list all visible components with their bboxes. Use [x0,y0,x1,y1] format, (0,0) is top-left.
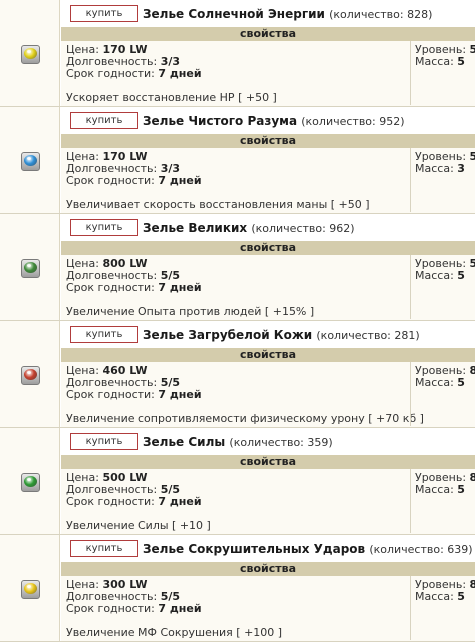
item-level: 5 [469,43,475,56]
item-requirements: Уровень: 8 Масса: 5 [410,576,475,640]
item-name: Зелье Великих (количество: 962) [143,221,355,235]
item-details: купить Зелье Силы (количество: 359) свой… [61,428,475,534]
item-name: Зелье Чистого Разума (количество: 952) [143,114,405,128]
item-stats: Цена: 500 LW Долговечность: 5/5 Срок год… [66,471,202,508]
item-shelf-life: 7 дней [158,388,202,401]
buy-button[interactable]: купить [70,540,138,557]
shop-item: купить Зелье Солнечной Энергии (количест… [0,0,475,107]
buy-button[interactable]: купить [70,326,138,343]
item-stats: Цена: 460 LW Долговечность: 5/5 Срок год… [66,364,202,401]
item-requirements: Уровень: 8 Масса: 5 [410,469,475,533]
item-mass: 5 [457,590,465,603]
buy-button[interactable]: купить [70,433,138,450]
item-details: купить Зелье Сокрушительных Ударов (коли… [61,535,475,641]
item-name: Зелье Силы (количество: 359) [143,435,333,449]
item-title-row: купить Зелье Великих (количество: 962) [61,214,475,241]
item-shelf-life: 7 дней [158,67,202,80]
shop-item: купить Зелье Силы (количество: 359) свой… [0,428,475,535]
item-description: Ускоряет восстановление HP [ +50 ] [66,91,277,104]
properties-header: свойства [61,27,475,41]
red-green-potion-icon[interactable] [21,366,40,385]
item-mass: 5 [457,483,465,496]
item-mass: 5 [457,55,465,68]
item-requirements: Уровень: 5 Масса: 5 [410,41,475,105]
buy-button[interactable]: купить [70,219,138,236]
item-quantity: (количество: 962) [251,222,355,235]
item-level: 5 [469,257,475,270]
item-name: Зелье Солнечной Энергии (количество: 828… [143,7,433,21]
item-icon-cell [0,535,60,641]
item-quantity: (количество: 952) [301,115,405,128]
item-title-row: купить Зелье Сокрушительных Ударов (коли… [61,535,475,562]
item-requirements: Уровень: 5 Масса: 3 [410,148,475,212]
item-icon-cell [0,0,60,106]
properties-header: свойства [61,348,475,362]
item-title-row: купить Зелье Силы (количество: 359) [61,428,475,455]
shop-item: купить Зелье Чистого Разума (количество:… [0,107,475,214]
item-mass: 3 [457,162,465,175]
shop-list: купить Зелье Солнечной Энергии (количест… [0,0,475,642]
item-stats: Цена: 800 LW Долговечность: 5/5 Срок год… [66,257,202,294]
item-details: купить Зелье Загрубелой Кожи (количество… [61,321,475,427]
item-shelf-life: 7 дней [158,174,202,187]
buy-button[interactable]: купить [70,112,138,129]
item-stats: Цена: 300 LW Долговечность: 5/5 Срок год… [66,578,202,615]
buy-button[interactable]: купить [70,5,138,22]
item-mass: 5 [457,376,465,389]
item-mass: 5 [457,269,465,282]
item-description: Увеличение Силы [ +10 ] [66,519,211,532]
item-description: Увеличение сопротивляемости физическому … [66,412,424,425]
item-icon-cell [0,107,60,213]
green-potion-icon[interactable] [21,473,40,492]
item-stats: Цена: 170 LW Долговечность: 3/3 Срок год… [66,43,202,80]
item-level: 8 [469,471,475,484]
properties-header: свойства [61,562,475,576]
green-flask-potion-icon[interactable] [21,259,40,278]
item-level: 8 [469,578,475,591]
shop-item: купить Зелье Великих (количество: 962) с… [0,214,475,321]
item-quantity: (количество: 281) [316,329,420,342]
properties-header: свойства [61,455,475,469]
item-icon-cell [0,214,60,320]
yellow-potion-icon[interactable] [21,45,40,64]
item-quantity: (количество: 828) [329,8,433,21]
item-shelf-life: 7 дней [158,495,202,508]
item-shelf-life: 7 дней [158,602,202,615]
item-title-row: купить Зелье Солнечной Энергии (количест… [61,0,475,27]
blue-potion-icon[interactable] [21,152,40,171]
item-requirements: Уровень: 5 Масса: 5 [410,255,475,319]
properties-header: свойства [61,134,475,148]
item-details: купить Зелье Солнечной Энергии (количест… [61,0,475,106]
item-stats: Цена: 170 LW Долговечность: 3/3 Срок год… [66,150,202,187]
item-level: 8 [469,364,475,377]
item-icon-cell [0,428,60,534]
shop-item: купить Зелье Загрубелой Кожи (количество… [0,321,475,428]
item-details: купить Зелье Великих (количество: 962) с… [61,214,475,320]
item-requirements: Уровень: 8 Масса: 5 [410,362,475,426]
item-details: купить Зелье Чистого Разума (количество:… [61,107,475,213]
item-shelf-life: 7 дней [158,281,202,294]
yellow-orange-potion-icon[interactable] [21,580,40,599]
item-quantity: (количество: 639) [369,543,473,556]
item-title-row: купить Зелье Чистого Разума (количество:… [61,107,475,134]
item-title-row: купить Зелье Загрубелой Кожи (количество… [61,321,475,348]
item-name: Зелье Сокрушительных Ударов (количество:… [143,542,473,556]
item-name: Зелье Загрубелой Кожи (количество: 281) [143,328,420,342]
item-icon-cell [0,321,60,427]
item-description: Увеличение Опыта против людей [ +15% ] [66,305,315,318]
item-level: 5 [469,150,475,163]
shop-item: купить Зелье Сокрушительных Ударов (коли… [0,535,475,642]
item-description: Увеличивает скорость восстановления маны… [66,198,370,211]
item-quantity: (количество: 359) [229,436,333,449]
properties-header: свойства [61,241,475,255]
item-description: Увеличение МФ Сокрушения [ +100 ] [66,626,283,639]
